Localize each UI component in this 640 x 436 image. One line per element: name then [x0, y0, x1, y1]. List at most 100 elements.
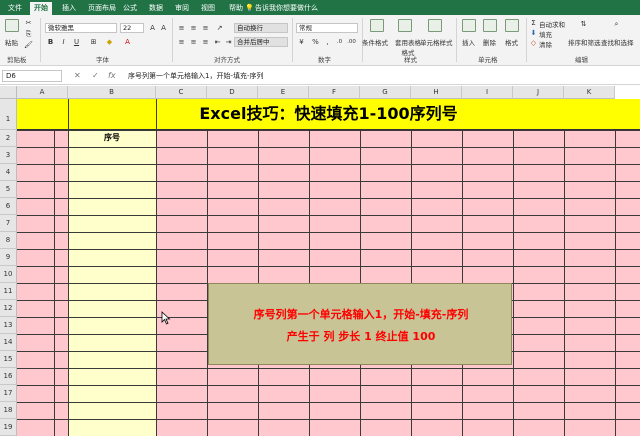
increase-decimal-icon[interactable]: .0	[334, 37, 345, 47]
row-header-11[interactable]: 11	[0, 283, 17, 300]
find-select-icon[interactable]: ⌕	[611, 19, 622, 29]
instruction-note[interactable]: 序号列第一个单元格输入1，开始-填充-序列 产生于 列 步长 1 终止值 100	[208, 283, 512, 365]
delete-cells-button[interactable]: 删除	[483, 37, 496, 47]
row-header-12[interactable]: 12	[0, 300, 17, 317]
percent-button[interactable]: %	[310, 37, 321, 47]
underline-button[interactable]: U	[71, 37, 82, 47]
conditional-format-button[interactable]: 条件格式	[362, 37, 388, 47]
row-header-10[interactable]: 10	[0, 266, 17, 283]
column-header-e[interactable]: E	[258, 86, 309, 99]
row-header-7[interactable]: 7	[0, 215, 17, 232]
row-header-1[interactable]: 1	[0, 99, 17, 130]
font-size-select[interactable]: 22	[120, 23, 144, 33]
paste-icon[interactable]	[5, 19, 19, 32]
format-painter-icon[interactable]: 🖌	[23, 40, 34, 50]
copy-icon[interactable]: ⎘	[23, 29, 34, 39]
bold-button[interactable]: B	[45, 37, 56, 47]
row-header-15[interactable]: 15	[0, 351, 17, 368]
tab-formulas[interactable]: 公式	[119, 2, 141, 15]
merge-center-button[interactable]: 合并后居中	[234, 37, 288, 47]
orientation-icon[interactable]: ↗	[214, 23, 225, 33]
shrink-font-icon[interactable]: A	[158, 23, 169, 33]
row-header-13[interactable]: 13	[0, 317, 17, 334]
enter-icon[interactable]: ✓	[92, 70, 99, 82]
tab-home[interactable]: 开始	[30, 2, 52, 15]
column-header-f[interactable]: F	[309, 86, 360, 99]
cancel-icon[interactable]: ✕	[74, 70, 81, 82]
align-bottom-icon[interactable]: ≡	[200, 23, 211, 33]
decrease-indent-icon[interactable]: ⇤	[212, 37, 223, 47]
find-select-button[interactable]: 查找和选择	[601, 37, 634, 47]
row-header-17[interactable]: 17	[0, 385, 17, 402]
row-header-14[interactable]: 14	[0, 334, 17, 351]
row-header-9[interactable]: 9	[0, 249, 17, 266]
tell-me-search[interactable]: 告诉我你想要做什么	[255, 2, 318, 14]
align-middle-icon[interactable]: ≡	[188, 23, 199, 33]
tab-review[interactable]: 审阅	[171, 2, 193, 15]
tab-data[interactable]: 数据	[145, 2, 167, 15]
insert-function-icon[interactable]: fx	[108, 70, 116, 82]
column-header-h[interactable]: H	[411, 86, 462, 99]
column-header-i[interactable]: I	[462, 86, 513, 99]
format-table-icon[interactable]	[398, 19, 412, 32]
conditional-format-icon[interactable]	[370, 19, 384, 32]
insert-cells-button[interactable]: 插入	[462, 37, 475, 47]
row-header-2[interactable]: 2	[0, 130, 17, 147]
column-header-g[interactable]: G	[360, 86, 411, 99]
formula-input[interactable]: 序号列第一个单元格输入1，开始-填充-序列	[128, 70, 264, 82]
row-header-8[interactable]: 8	[0, 232, 17, 249]
wrap-text-button[interactable]: 自动换行	[234, 23, 288, 33]
delete-cells-icon[interactable]	[483, 19, 497, 32]
tab-view[interactable]: 视图	[197, 2, 219, 15]
comma-button[interactable]: ,	[322, 37, 333, 47]
sort-filter-icon[interactable]: ⇅	[578, 19, 589, 29]
row-header-5[interactable]: 5	[0, 181, 17, 198]
column-header-k[interactable]: K	[564, 86, 615, 99]
autosum-button[interactable]: 自动求和	[539, 19, 565, 29]
cell-area[interactable]: Excel技巧：快速填充1-100序列号 序号	[17, 99, 640, 436]
fill-button[interactable]: 填充	[539, 29, 552, 39]
row-header-18[interactable]: 18	[0, 402, 17, 419]
tab-file[interactable]: 文件	[4, 2, 26, 15]
column-header-b[interactable]: B	[68, 86, 156, 99]
sheet-title[interactable]: Excel技巧：快速填充1-100序列号	[17, 99, 640, 130]
autosum-icon[interactable]: Σ	[528, 18, 539, 28]
align-right-icon[interactable]: ≡	[200, 37, 211, 47]
cut-icon[interactable]: ✂	[23, 18, 34, 28]
row-header-6[interactable]: 6	[0, 198, 17, 215]
tab-insert[interactable]: 插入	[58, 2, 80, 15]
fill-color-icon[interactable]: ◆	[104, 37, 115, 47]
column-header-a[interactable]: A	[17, 86, 68, 99]
cell-styles-icon[interactable]	[428, 19, 442, 32]
font-color-icon[interactable]: A	[122, 37, 133, 47]
increase-indent-icon[interactable]: ⇥	[223, 37, 234, 47]
clear-button[interactable]: 清除	[539, 39, 552, 49]
italic-button[interactable]: I	[58, 37, 69, 47]
align-top-icon[interactable]: ≡	[176, 23, 187, 33]
sort-filter-button[interactable]: 排序和筛选	[568, 37, 601, 47]
cell-styles-button[interactable]: 单元格样式	[420, 37, 453, 47]
serial-number-header[interactable]: 序号	[68, 130, 156, 146]
row-header-4[interactable]: 4	[0, 164, 17, 181]
align-left-icon[interactable]: ≡	[176, 37, 187, 47]
name-box[interactable]: D6	[2, 70, 62, 82]
select-all-corner[interactable]	[0, 86, 17, 99]
number-format-select[interactable]: 常规	[296, 23, 358, 33]
format-cells-icon[interactable]	[505, 19, 519, 32]
column-header-j[interactable]: J	[513, 86, 564, 99]
clear-icon[interactable]: ◇	[528, 38, 539, 48]
decrease-decimal-icon[interactable]: .00	[346, 37, 357, 47]
row-header-19[interactable]: 19	[0, 419, 17, 436]
align-center-icon[interactable]: ≡	[188, 37, 199, 47]
paste-button[interactable]: 粘贴	[5, 37, 18, 47]
font-name-select[interactable]: 微软雅黑	[45, 23, 117, 33]
tab-page-layout[interactable]: 页面布局	[84, 2, 120, 15]
tab-help[interactable]: 帮助	[225, 2, 247, 15]
row-header-16[interactable]: 16	[0, 368, 17, 385]
currency-icon[interactable]: ¥	[296, 37, 307, 47]
borders-icon[interactable]: ⊞	[88, 37, 99, 47]
row-header-3[interactable]: 3	[0, 147, 17, 164]
column-header-d[interactable]: D	[207, 86, 258, 99]
format-cells-button[interactable]: 格式	[505, 37, 518, 47]
grow-font-icon[interactable]: A	[147, 23, 158, 33]
